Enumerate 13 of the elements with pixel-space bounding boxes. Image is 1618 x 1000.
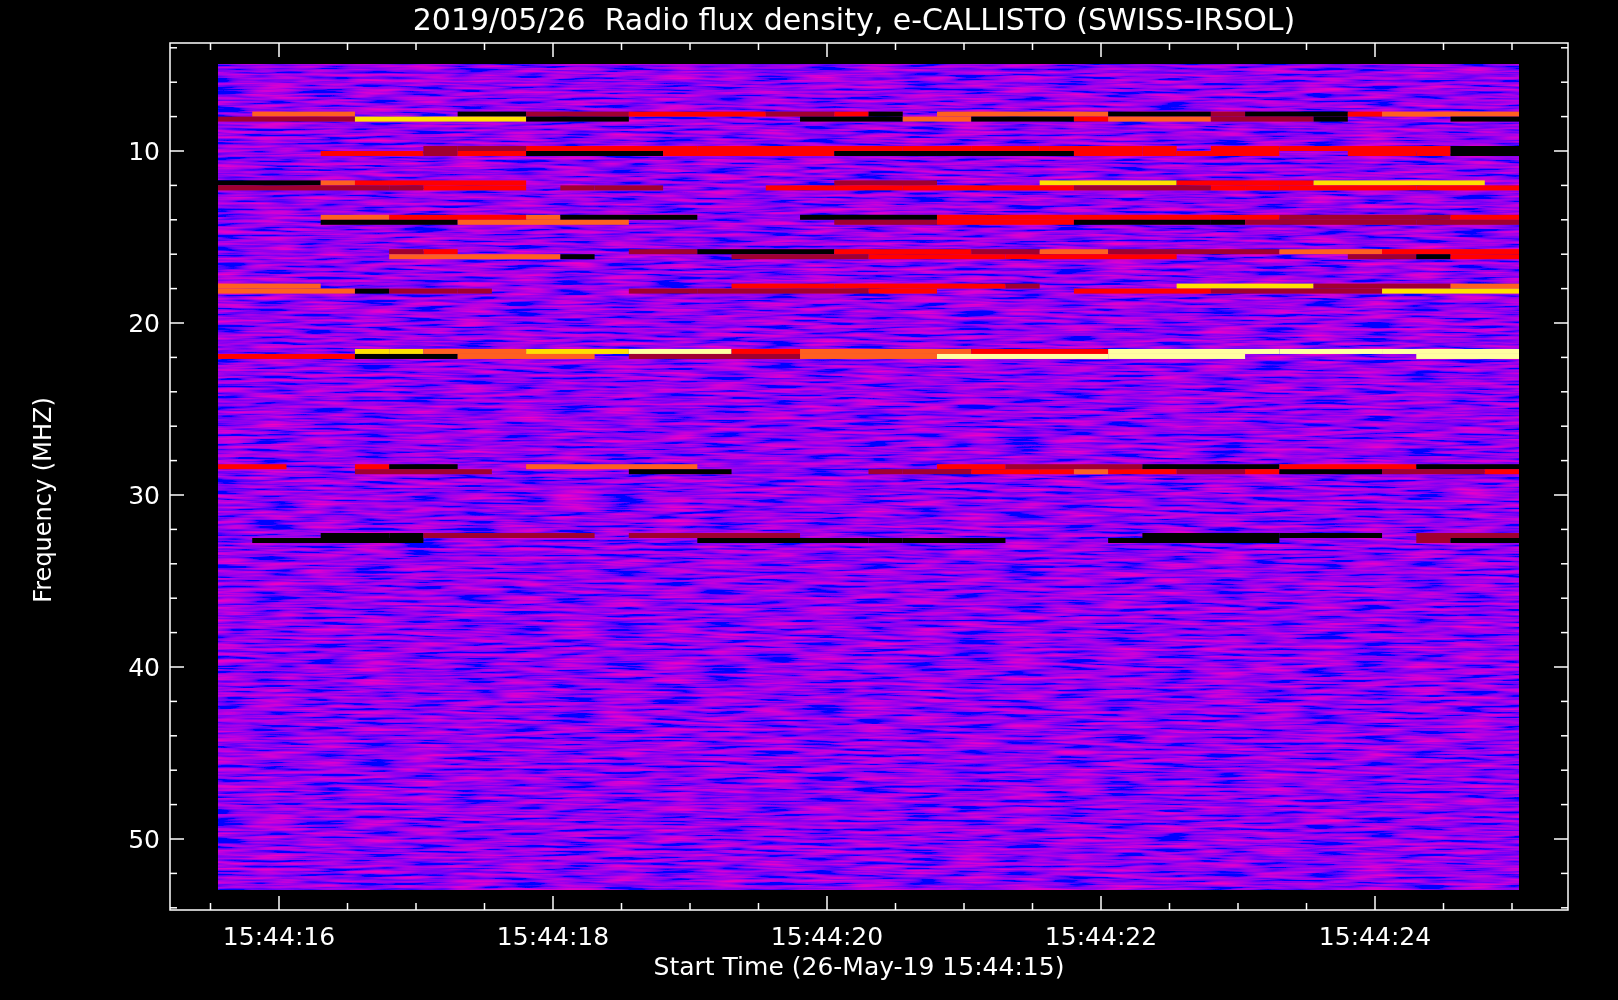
y-tick-label: 10 [128, 137, 160, 166]
x-tick-label: 15:44:20 [770, 922, 884, 951]
x-tick-label: 15:44:16 [222, 922, 336, 951]
y-tick-label: 20 [128, 309, 160, 338]
x-axis-label: Start Time (26-May-19 15:44:15) [652, 954, 1065, 979]
y-tick-label: 30 [128, 481, 160, 510]
y-tick-label: 40 [128, 653, 160, 682]
y-axis-label: Frequency (MHZ) [29, 397, 57, 603]
x-tick-label: 15:44:24 [1318, 922, 1432, 951]
chart-title: 2019/05/26 Radio flux density, e-CALLISTO (SWISS-IRSOL) [411, 5, 1296, 35]
x-tick-label: 15:44:18 [496, 922, 610, 951]
x-tick-label: 15:44:22 [1044, 922, 1158, 951]
y-tick-label: 50 [128, 825, 160, 854]
